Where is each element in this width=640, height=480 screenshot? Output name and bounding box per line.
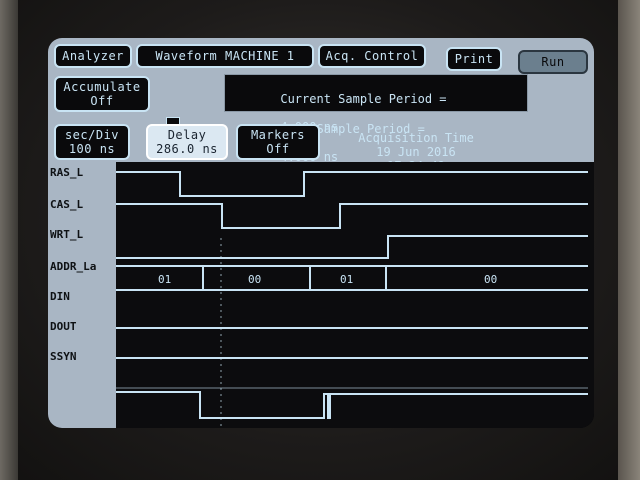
acq-control-button[interactable]: Acq. Control bbox=[318, 44, 426, 68]
trace-ssyn bbox=[116, 391, 588, 419]
accumulate-button[interactable]: Accumulate Off bbox=[54, 76, 150, 112]
analyzer-button[interactable]: Analyzer bbox=[54, 44, 132, 68]
trace-cas bbox=[116, 203, 588, 229]
delay-label: Delay bbox=[167, 128, 207, 142]
trace-wrt bbox=[116, 235, 588, 259]
addr-value-0: 01 bbox=[158, 273, 171, 286]
addr-value-2: 01 bbox=[340, 273, 353, 286]
trace-ras bbox=[116, 171, 588, 197]
markers-value: Off bbox=[266, 142, 290, 156]
sample-period-box: Current Sample Period = 4.000 ns Next Sa… bbox=[224, 74, 528, 164]
addr-value-3: 00 bbox=[484, 273, 497, 286]
acq-control-button-label: Acq. Control bbox=[325, 49, 419, 63]
run-button[interactable]: Run bbox=[518, 50, 588, 74]
waveform-machine-button-label: Waveform MACHINE 1 bbox=[155, 49, 295, 63]
markers-label: Markers bbox=[250, 128, 306, 142]
delay-value: 286.0 ns bbox=[156, 142, 218, 156]
run-button-label: Run bbox=[541, 55, 565, 69]
delay-button[interactable]: Delay 286.0 ns bbox=[146, 124, 228, 160]
monitor-case-right bbox=[618, 0, 640, 480]
sec-div-value: 100 ns bbox=[68, 142, 116, 156]
print-button[interactable]: Print bbox=[446, 47, 502, 71]
addr-value-1: 00 bbox=[248, 273, 261, 286]
accumulate-label: Accumulate bbox=[63, 80, 141, 94]
waveform-traces: 01 00 01 00 bbox=[116, 171, 588, 428]
analyzer-button-label: Analyzer bbox=[62, 49, 124, 63]
analyzer-screen: Analyzer Waveform MACHINE 1 Acq. Control… bbox=[48, 38, 594, 428]
sec-div-label: sec/Div bbox=[64, 128, 120, 142]
accumulate-value: Off bbox=[90, 94, 114, 108]
markers-button[interactable]: Markers Off bbox=[236, 124, 320, 160]
waveform-machine-button[interactable]: Waveform MACHINE 1 bbox=[136, 44, 314, 68]
acquisition-time-label: Acquisition Time bbox=[358, 131, 474, 145]
sec-div-button[interactable]: sec/Div 100 ns bbox=[54, 124, 130, 160]
monitor-case-left bbox=[0, 0, 18, 480]
print-button-label: Print bbox=[454, 52, 494, 66]
